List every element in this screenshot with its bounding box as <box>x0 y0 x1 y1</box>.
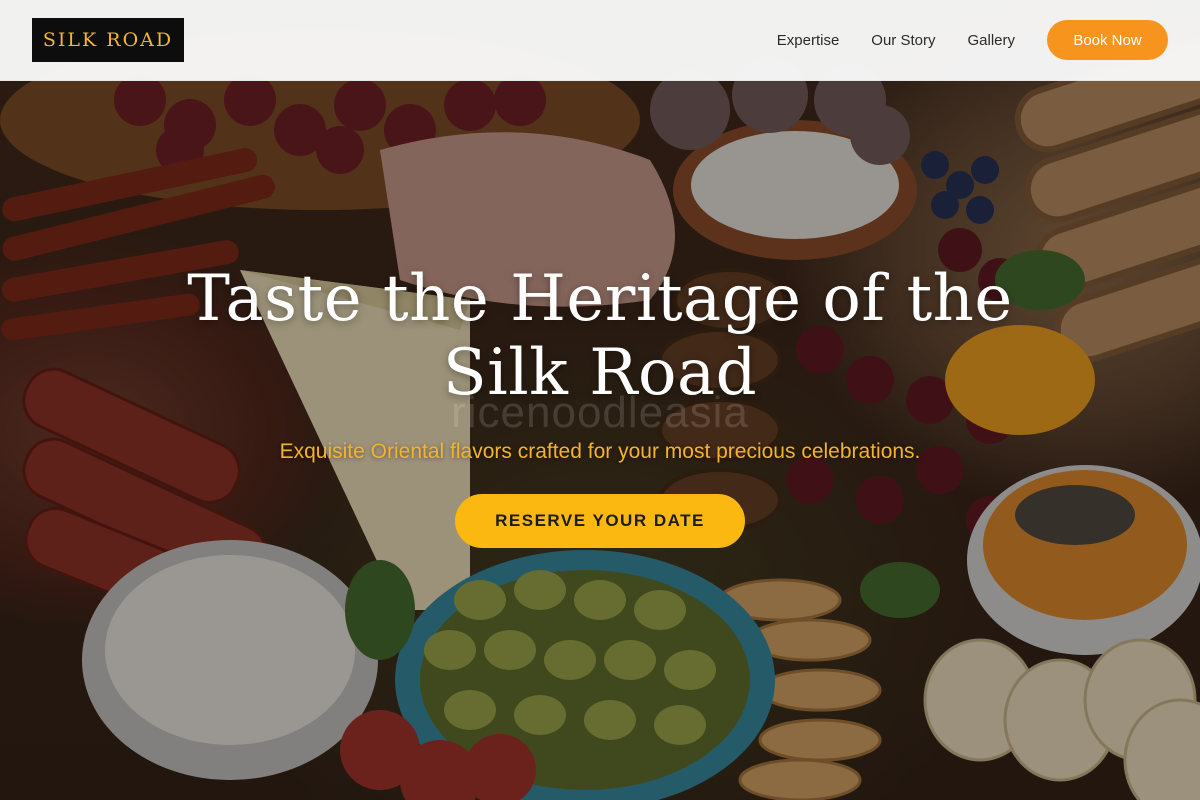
hero-title-line1: Taste the Heritage of the <box>187 262 1013 336</box>
hero-title: Taste the Heritage of the Silk Road <box>170 262 1030 410</box>
nav-link-our-story[interactable]: Our Story <box>871 32 935 49</box>
hero-content: Taste the Heritage of the Silk Road Exqu… <box>0 262 1200 548</box>
nav-link-gallery[interactable]: Gallery <box>967 32 1015 49</box>
nav-link-expertise[interactable]: Expertise <box>777 32 840 49</box>
brand-logo[interactable]: SILK ROAD <box>32 18 184 62</box>
hero-subtitle: Exquisite Oriental flavors crafted for y… <box>279 440 921 463</box>
main-nav: Expertise Our Story Gallery Book Now <box>777 20 1168 60</box>
hero-section: ricenoodleasia Taste the Heritage of the… <box>0 0 1200 800</box>
hero-title-line2: Silk Road <box>442 336 758 410</box>
reserve-date-button[interactable]: RESERVE YOUR DATE <box>455 494 745 548</box>
book-now-button[interactable]: Book Now <box>1047 20 1168 60</box>
site-header: SILK ROAD Expertise Our Story Gallery Bo… <box>0 0 1200 81</box>
